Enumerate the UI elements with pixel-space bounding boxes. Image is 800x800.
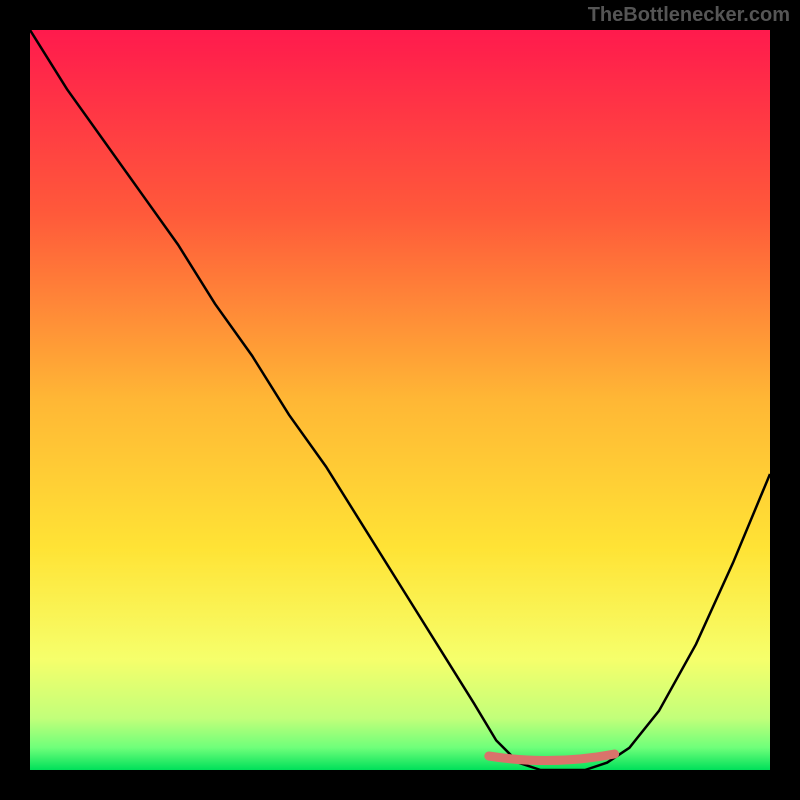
watermark-text: TheBottlenecker.com xyxy=(588,4,790,27)
bottleneck-curve xyxy=(30,30,770,770)
optimal-range-marker xyxy=(489,754,615,761)
chart-container xyxy=(30,30,770,770)
curve-layer xyxy=(30,30,770,770)
